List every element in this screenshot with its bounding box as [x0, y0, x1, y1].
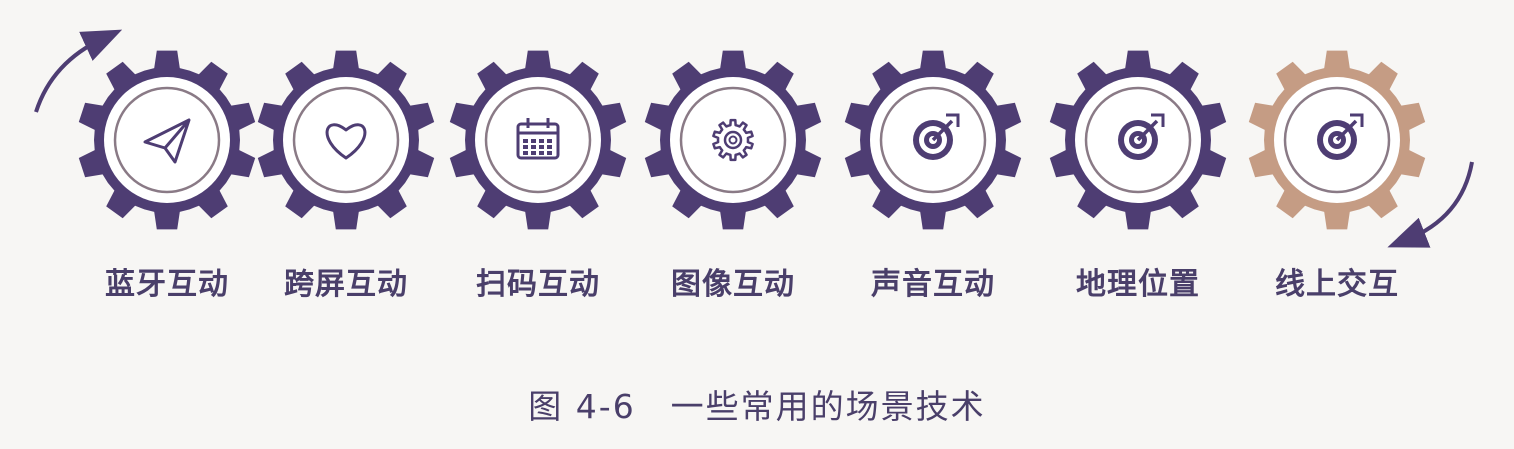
gear-label: 线上交互	[1275, 267, 1399, 302]
gear-hub	[283, 77, 409, 203]
gear-item	[1248, 50, 1426, 230]
gear-item	[449, 50, 627, 230]
gear-label: 跨屏互动	[284, 267, 408, 302]
gear-label: 声音互动	[871, 267, 995, 302]
gear-item	[257, 50, 435, 230]
gear-hub	[475, 77, 601, 203]
gear-label: 图像互动	[671, 267, 795, 302]
figure-caption: 图 4-6 一些常用的场景技术	[528, 387, 986, 426]
gear-item	[1049, 50, 1227, 230]
gear-label: 蓝牙互动	[105, 267, 229, 302]
gear-label: 地理位置	[1076, 267, 1200, 302]
gear-item	[844, 50, 1022, 230]
figure: 蓝牙互动 跨屏互动 扫码互动 图像互动 声音互动 地理位置 线上交互 图 4-6 一些常用的…	[0, 0, 1514, 449]
gear-hub	[670, 77, 796, 203]
gear-label: 扫码互动	[476, 267, 600, 302]
rotation-arrow-left-icon	[34, 29, 123, 113]
gear-hub	[104, 77, 230, 203]
gear-item	[644, 50, 822, 230]
gear-item	[78, 50, 256, 230]
